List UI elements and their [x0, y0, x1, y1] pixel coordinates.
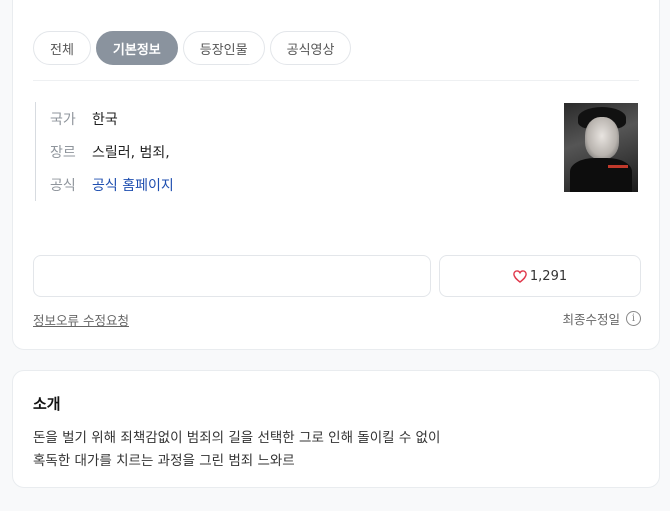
poster-body	[570, 158, 632, 192]
basic-info-card: 전체 기본정보 등장인물 공식영상 국가 한국 장르 스릴러, 범죄, 공식 공…	[12, 0, 660, 350]
last-modified-label: 최종수정일	[562, 312, 620, 327]
official-homepage-link[interactable]: 공식 홈페이지	[92, 175, 174, 195]
info-row-official: 공식 공식 홈페이지	[50, 168, 174, 201]
intro-card: 소개 돈을 벌기 위해 죄책감없이 범죄의 길을 선택한 그로 인해 돌이킬 수…	[12, 370, 660, 488]
official-label: 공식	[50, 177, 76, 194]
tab-bar: 전체 기본정보 등장인물 공식영상	[33, 31, 352, 65]
empty-action-box[interactable]	[33, 255, 431, 297]
poster-face	[585, 117, 619, 159]
divider	[33, 80, 639, 81]
heart-icon	[513, 269, 527, 283]
info-row-genre: 장르 스릴러, 범죄,	[50, 135, 174, 168]
info-icon[interactable]: i	[626, 311, 641, 326]
info-row-country: 국가 한국	[50, 102, 174, 135]
poster-image[interactable]	[564, 103, 638, 192]
poster-title-mark	[608, 165, 628, 168]
tab-official-videos[interactable]: 공식영상	[269, 31, 352, 65]
tab-basic-info[interactable]: 기본정보	[95, 31, 178, 65]
intro-line-1: 돈을 벌기 위해 죄책감없이 범죄의 길을 선택한 그로 인해 돌이킬 수 없이	[33, 430, 441, 446]
intro-line-2: 혹독한 대가를 치르는 과정을 그린 범죄 느와르	[33, 453, 295, 469]
genre-label: 장르	[50, 144, 76, 161]
tab-all[interactable]: 전체	[33, 31, 91, 65]
country-value: 한국	[92, 111, 118, 128]
intro-title: 소개	[33, 395, 61, 413]
genre-value: 스릴러, 범죄,	[92, 144, 170, 161]
intro-text: 돈을 벌기 위해 죄책감없이 범죄의 길을 선택한 그로 인해 돌이킬 수 없이…	[33, 427, 440, 473]
last-modified: 최종수정일 i	[562, 309, 641, 328]
country-label: 국가	[50, 111, 76, 128]
tab-characters[interactable]: 등장인물	[182, 31, 265, 65]
like-count: 1,291	[529, 268, 568, 284]
like-button[interactable]: 1,291	[439, 255, 641, 297]
report-error-link[interactable]: 정보오류 수정요청	[33, 310, 129, 329]
info-list: 국가 한국 장르 스릴러, 범죄, 공식 공식 홈페이지	[35, 102, 174, 201]
